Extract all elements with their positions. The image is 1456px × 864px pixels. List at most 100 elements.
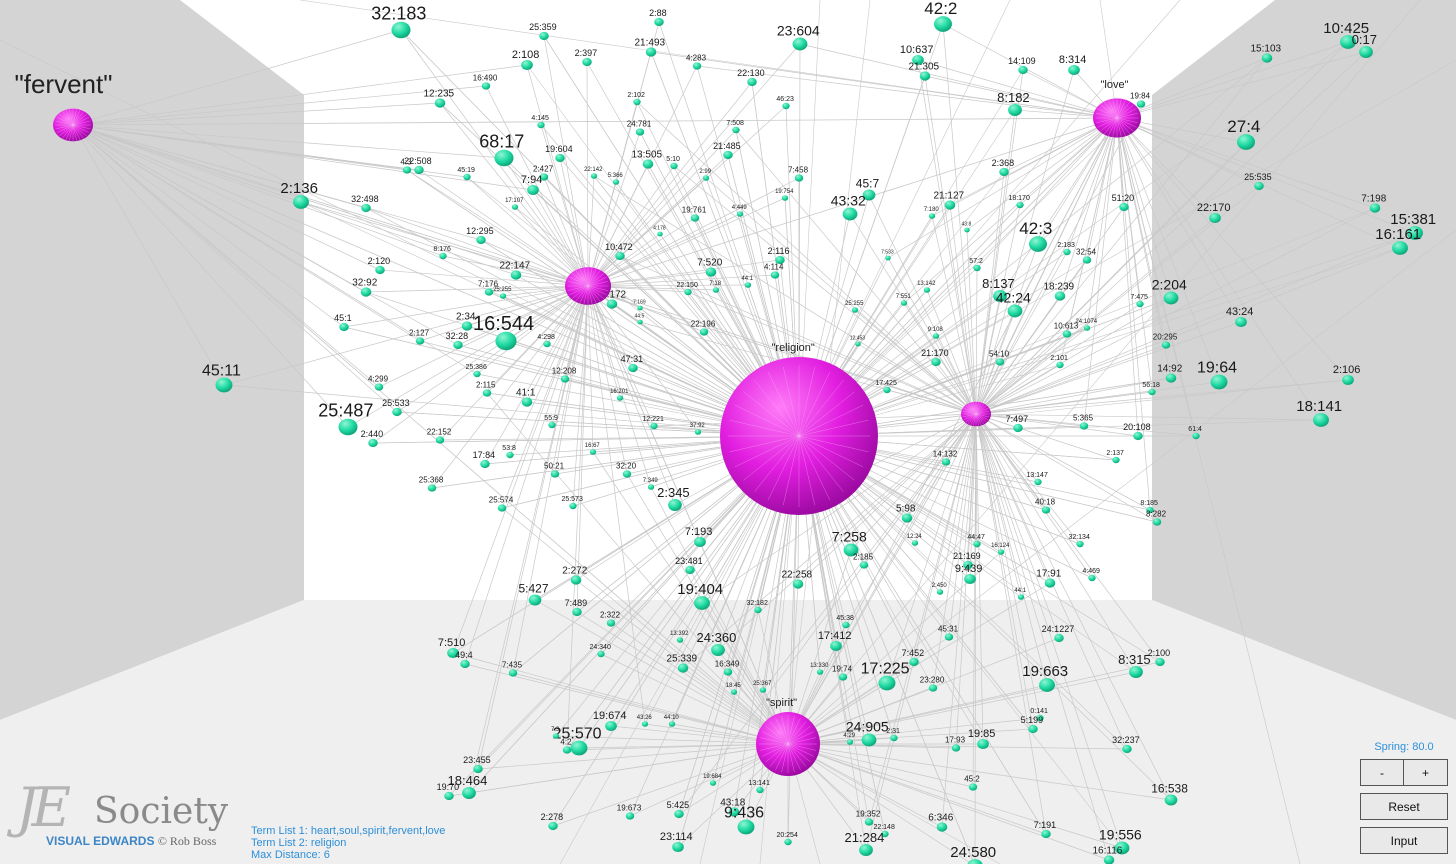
verse-node-sphere[interactable] xyxy=(628,363,638,373)
reset-button[interactable]: Reset xyxy=(1360,793,1448,820)
verse-node[interactable]: 7:349 xyxy=(643,478,659,490)
verse-node[interactable]: 16:124 xyxy=(991,543,1010,555)
verse-node[interactable]: 2:115 xyxy=(476,380,496,397)
verse-node[interactable]: 7:191 xyxy=(1034,820,1057,839)
verse-node-sphere[interactable] xyxy=(684,288,692,296)
term-hub[interactable]: "love" xyxy=(1093,79,1141,140)
verse-node-sphere[interactable] xyxy=(460,659,470,669)
verse-node-sphere[interactable] xyxy=(1112,456,1120,464)
verse-node-sphere[interactable] xyxy=(439,252,447,260)
verse-node-sphere[interactable] xyxy=(597,650,605,658)
verse-node-sphere[interactable] xyxy=(1210,374,1228,390)
verse-node[interactable]: 7:18 xyxy=(709,281,722,293)
verse-node[interactable]: 4:298 xyxy=(537,334,555,348)
verse-node[interactable]: 13:147 xyxy=(1026,472,1048,486)
verse-node-sphere[interactable] xyxy=(999,167,1009,177)
verse-node-sphere[interactable] xyxy=(936,589,944,595)
verse-node-sphere[interactable] xyxy=(941,458,951,466)
verse-node[interactable]: 2:397 xyxy=(575,48,598,67)
verse-node[interactable]: 2:440 xyxy=(361,429,384,448)
verse-node-sphere[interactable] xyxy=(1313,413,1329,427)
verse-node-sphere[interactable] xyxy=(484,288,494,296)
verse-node[interactable]: 22:170 xyxy=(1197,202,1231,224)
verse-node[interactable]: 7:551 xyxy=(896,294,912,306)
verse-node-sphere[interactable] xyxy=(855,341,861,347)
verse-node-sphere[interactable] xyxy=(784,838,792,846)
verse-node[interactable]: 5:425 xyxy=(667,800,690,819)
verse-node[interactable]: 20:254 xyxy=(776,832,798,846)
verse-node[interactable]: 61:4 xyxy=(1188,426,1202,440)
verse-node[interactable]: 4:29 xyxy=(843,733,856,745)
verse-node-sphere[interactable] xyxy=(677,663,689,673)
verse-node[interactable]: 2:106 xyxy=(1333,364,1361,386)
verse-node-sphere[interactable] xyxy=(864,818,874,826)
verse-node-sphere[interactable] xyxy=(1017,594,1025,600)
verse-node[interactable]: 32:92 xyxy=(352,277,378,297)
verse-node-sphere[interactable] xyxy=(1076,540,1084,548)
verse-node[interactable]: 12:453 xyxy=(850,336,866,347)
verse-node-sphere[interactable] xyxy=(1237,134,1255,150)
verse-node-sphere[interactable] xyxy=(900,300,908,306)
verse-node-sphere[interactable] xyxy=(736,211,744,217)
verse-node[interactable]: 16:161 xyxy=(1375,226,1421,255)
verse-node-sphere[interactable] xyxy=(842,207,858,221)
verse-node[interactable]: 25:359 xyxy=(529,22,557,41)
verse-node-sphere[interactable] xyxy=(672,841,684,853)
verse-node-sphere[interactable] xyxy=(550,470,560,478)
verse-node-sphere[interactable] xyxy=(699,328,709,336)
verse-node[interactable]: 17:412 xyxy=(818,630,852,652)
verse-node[interactable]: 4:299 xyxy=(368,374,389,391)
verse-node-sphere[interactable] xyxy=(1148,388,1156,396)
verse-node-sphere[interactable] xyxy=(885,255,891,261)
verse-node[interactable]: 12:235 xyxy=(424,88,455,108)
verse-node-sphere[interactable] xyxy=(1163,291,1179,305)
verse-node[interactable]: 24:580 xyxy=(950,844,996,864)
verse-node-sphere[interactable] xyxy=(694,536,706,548)
verse-node[interactable]: 44:1 xyxy=(741,276,754,288)
verse-node-sphere[interactable] xyxy=(476,235,486,245)
verse-node-sphere[interactable] xyxy=(293,195,309,209)
verse-node[interactable]: 32:134 xyxy=(1068,534,1090,548)
verse-node-sphere[interactable] xyxy=(360,287,372,297)
verse-node[interactable]: 19:404 xyxy=(677,581,723,610)
verse-node-sphere[interactable] xyxy=(756,786,764,794)
verse-node[interactable]: 25:339 xyxy=(667,653,698,673)
verse-node-sphere[interactable] xyxy=(1254,181,1264,191)
verse-node[interactable]: 24:340 xyxy=(589,644,611,658)
verse-node-sphere[interactable] xyxy=(402,166,412,174)
verse-node-sphere[interactable] xyxy=(792,579,804,589)
verse-node-sphere[interactable] xyxy=(560,375,570,383)
verse-node[interactable]: 2:204 xyxy=(1152,277,1187,305)
verse-node-sphere[interactable] xyxy=(1119,202,1129,212)
verse-node[interactable]: 2:278 xyxy=(541,812,564,831)
verse-node-sphere[interactable] xyxy=(473,370,481,378)
verse-node[interactable]: 27:4 xyxy=(1227,117,1260,150)
verse-node[interactable]: 50:21 xyxy=(544,461,565,478)
verse-node[interactable]: 7:533 xyxy=(881,250,894,261)
verse-node-sphere[interactable] xyxy=(878,675,896,691)
verse-node-sphere[interactable] xyxy=(1155,657,1165,667)
verse-node-sphere[interactable] xyxy=(842,621,850,629)
verse-node[interactable]: 7:193 xyxy=(685,526,713,548)
verse-node-sphere[interactable] xyxy=(964,573,976,585)
verse-node-sphere[interactable] xyxy=(674,809,684,819)
verse-node[interactable]: 7:508 xyxy=(726,120,744,134)
verse-node-sphere[interactable] xyxy=(427,484,437,492)
verse-node-sphere[interactable] xyxy=(782,102,790,110)
verse-node[interactable]: 45:2 xyxy=(964,774,980,791)
verse-node[interactable]: 19:754 xyxy=(775,189,794,201)
verse-node-sphere[interactable] xyxy=(919,71,931,81)
verse-node[interactable]: 43:8 xyxy=(962,222,972,233)
verse-node-sphere[interactable] xyxy=(911,540,919,546)
verse-node-sphere[interactable] xyxy=(838,673,848,681)
verse-node-sphere[interactable] xyxy=(1133,431,1143,441)
verse-node-sphere[interactable] xyxy=(944,633,954,641)
verse-node-sphere[interactable] xyxy=(1063,248,1071,256)
verse-node-sphere[interactable] xyxy=(1152,518,1162,526)
verse-node[interactable]: 40:18 xyxy=(1035,497,1056,514)
verse-node[interactable]: 18:45 xyxy=(726,683,742,695)
verse-node-sphere[interactable] xyxy=(859,844,873,856)
verse-node[interactable]: 22:150 xyxy=(676,282,698,296)
verse-node[interactable]: 19:64 xyxy=(1197,360,1237,390)
verse-node-sphere[interactable] xyxy=(934,16,952,32)
